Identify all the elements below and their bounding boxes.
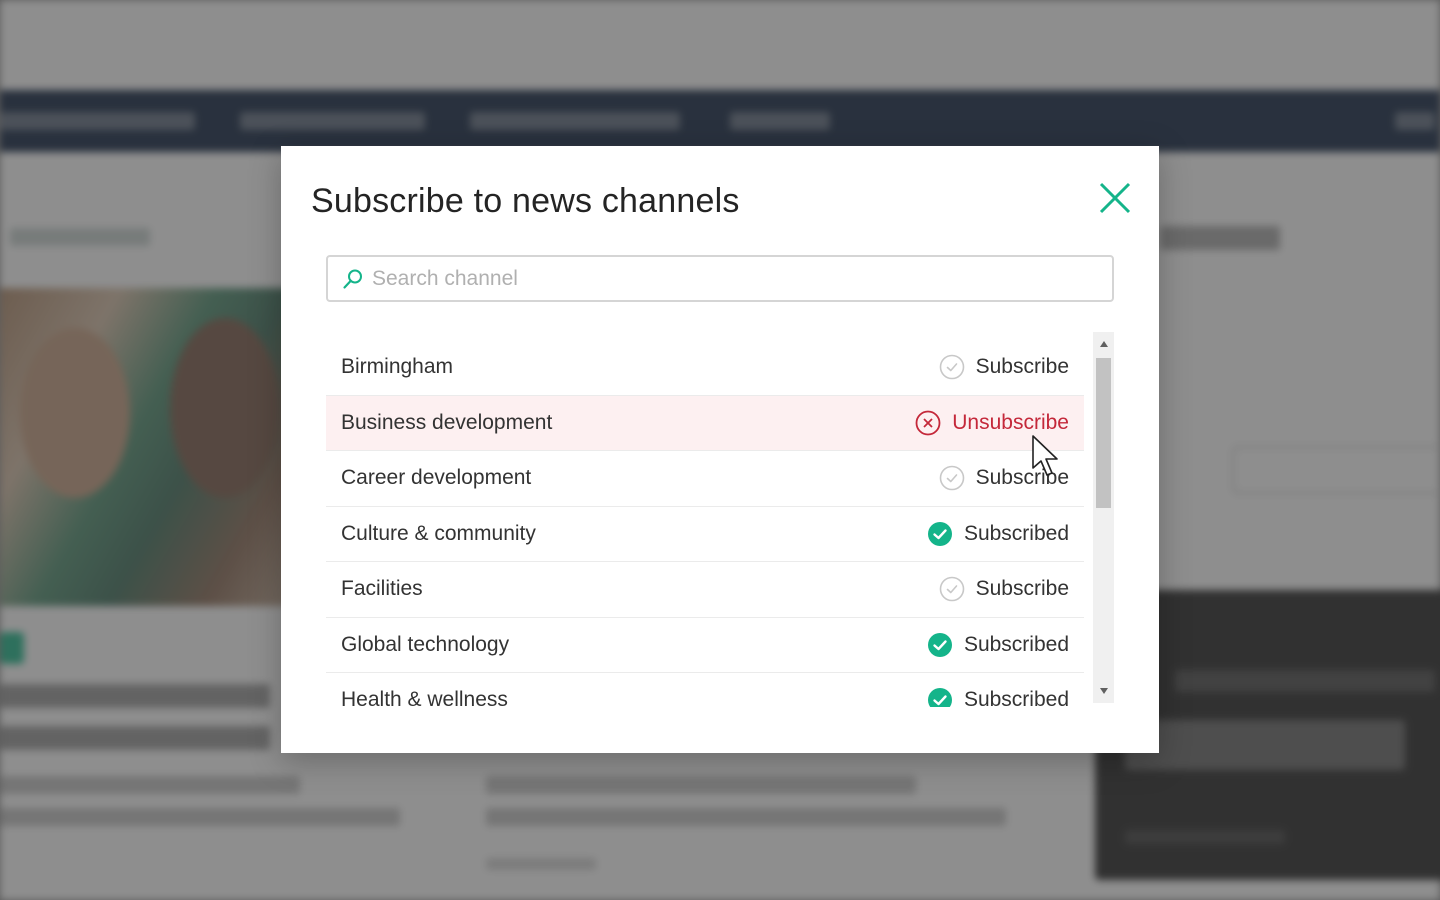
check-circle-filled-icon [927, 521, 964, 547]
channel-row[interactable]: Health & wellness Subscribed [326, 673, 1084, 707]
subscribe-status-label: Unsubscribe [952, 410, 1069, 434]
subscribe-status-label: Subscribed [963, 521, 1069, 545]
subscribe-status-label: Subscribed [963, 632, 1069, 656]
scroll-down-button[interactable] [1093, 679, 1114, 703]
search-box[interactable] [326, 255, 1114, 302]
scrollbar[interactable] [1093, 332, 1114, 703]
close-button[interactable] [1095, 178, 1135, 218]
channel-row[interactable]: Birmingham Subscribe [326, 340, 1084, 396]
channel-list: Birmingham Subscribe Business development U… [326, 340, 1084, 707]
modal-title: Subscribe to news channels [311, 182, 740, 220]
channel-row[interactable]: Global technology Subscribed [326, 618, 1084, 673]
channel-subscribe-toggle[interactable]: Subscribe [939, 576, 1069, 602]
check-circle-filled-icon [927, 687, 964, 707]
channel-row[interactable]: Culture & community Subscribed [326, 507, 1084, 562]
channel-name: Global technology [341, 632, 510, 656]
check-circle-outline-icon [939, 576, 976, 602]
channel-row[interactable]: Facilities Subscribe [326, 562, 1084, 618]
channel-name: Birmingham [341, 355, 454, 379]
channel-list-container: Birmingham Subscribe Business development U… [326, 332, 1134, 707]
channel-subscribe-toggle[interactable]: Subscribed [927, 632, 1069, 658]
channel-subscribe-toggle[interactable]: Subscribe [939, 465, 1069, 491]
channel-name: Career development [341, 466, 532, 490]
search-input[interactable] [372, 266, 1092, 291]
channel-name: Business development [341, 410, 553, 434]
subscribe-status-label: Subscribe [975, 355, 1069, 379]
triangle-up-icon [1099, 341, 1108, 347]
check-circle-filled-icon [927, 632, 964, 658]
check-circle-outline-icon [939, 465, 976, 491]
check-circle-outline-icon [939, 354, 976, 380]
triangle-down-icon [1099, 688, 1108, 694]
subscribe-status-label: Subscribed [963, 688, 1069, 707]
channel-subscribe-toggle[interactable]: Subscribed [927, 521, 1069, 547]
scroll-thumb[interactable] [1096, 358, 1111, 508]
subscribe-status-label: Subscribe [975, 577, 1069, 601]
channel-subscribe-toggle[interactable]: Subscribed [927, 687, 1069, 707]
x-circle-icon [915, 410, 952, 436]
search-icon [343, 269, 362, 289]
channel-name: Facilities [341, 577, 423, 601]
close-icon [1099, 182, 1131, 214]
subscribe-modal: Subscribe to news channels Birmingham Sub… [281, 146, 1159, 753]
channel-name: Culture & community [341, 521, 536, 545]
channel-row[interactable]: Business development Unsubscribe [326, 395, 1084, 451]
subscribe-status-label: Subscribe [975, 466, 1069, 490]
channel-name: Health & wellness [341, 688, 508, 707]
channel-subscribe-toggle[interactable]: Unsubscribe [915, 410, 1069, 436]
channel-row[interactable]: Career development Subscribe [326, 451, 1084, 507]
channel-subscribe-toggle[interactable]: Subscribe [939, 354, 1069, 380]
scroll-up-button[interactable] [1093, 332, 1114, 356]
